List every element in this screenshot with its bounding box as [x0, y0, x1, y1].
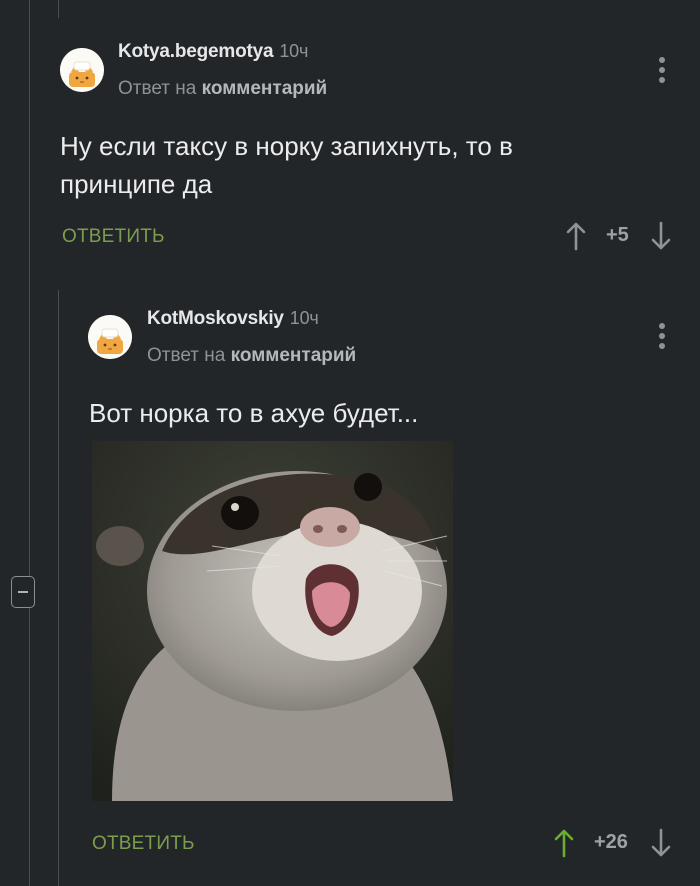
thread-line-outer — [29, 0, 30, 576]
arrow-up-icon[interactable] — [565, 221, 587, 251]
comment-text: Вот норка то в ахуе будет... — [89, 398, 419, 428]
reply-button[interactable]: ОТВЕТИТЬ — [62, 226, 165, 248]
cat-avatar-icon — [88, 315, 132, 359]
vote-score: +5 — [606, 224, 629, 246]
arrow-up-icon[interactable] — [553, 828, 575, 858]
comment-author[interactable]: Kotya.begemotya 10ч — [118, 41, 308, 63]
reply-to-link[interactable]: Ответ на комментарий — [118, 78, 327, 100]
avatar[interactable] — [60, 48, 104, 92]
arrow-down-icon[interactable] — [650, 221, 672, 251]
comment-time: 10ч — [289, 308, 319, 328]
more-options-button[interactable] — [659, 57, 665, 87]
comment-author[interactable]: KotMoskovskiy 10ч — [147, 308, 319, 330]
thread-line-outer-lower — [29, 608, 30, 886]
more-vertical-icon — [659, 57, 665, 63]
cat-avatar-icon — [60, 48, 104, 92]
otter-photo[interactable] — [92, 441, 453, 801]
vote-controls: +5 — [564, 221, 678, 251]
vote-controls: +26 — [552, 828, 678, 858]
vote-score: +26 — [594, 831, 628, 853]
thread-line-top-stub — [58, 0, 59, 18]
comment-time: 10ч — [279, 41, 309, 61]
reply-to-link[interactable]: Ответ на комментарий — [147, 345, 356, 367]
more-vertical-icon — [659, 323, 665, 329]
avatar[interactable] — [88, 315, 132, 359]
more-options-button[interactable] — [659, 323, 665, 353]
comment-text: Ну если таксу в норку запихнуть, то в пр… — [60, 131, 513, 199]
arrow-down-icon[interactable] — [650, 828, 672, 858]
collapse-thread-button[interactable] — [11, 576, 35, 608]
thread-line-nested — [58, 290, 59, 886]
reply-button[interactable]: ОТВЕТИТЬ — [92, 833, 195, 855]
